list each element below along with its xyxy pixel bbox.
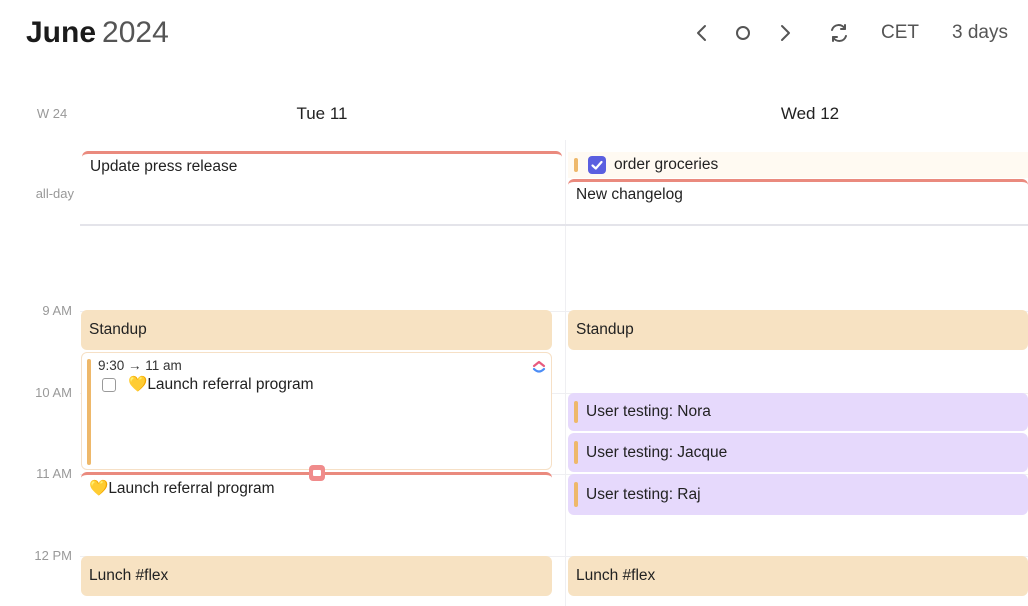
event-lunch[interactable]: Lunch #flex: [568, 556, 1028, 596]
refresh-icon: [831, 24, 847, 42]
clickup-icon: [532, 359, 546, 380]
time-label: 12 PM: [34, 548, 72, 563]
allday-event[interactable]: New changelog: [568, 179, 1028, 205]
day-header-tue[interactable]: Tue 11: [80, 104, 564, 124]
event-color-bar: [574, 401, 578, 423]
event-title: 💛Launch referral program: [128, 376, 314, 393]
page-title: June 2024: [26, 14, 169, 52]
event-color-bar: [574, 482, 578, 507]
allday-task[interactable]: order groceries: [568, 152, 1028, 178]
resize-handle[interactable]: [309, 465, 325, 481]
day-header-wed[interactable]: Wed 12: [568, 104, 1028, 124]
month-label: June: [26, 16, 97, 49]
event-time: 9:30 → 11 am: [98, 358, 182, 373]
circle-icon: [736, 26, 750, 40]
event-user-testing[interactable]: User testing: Raj: [568, 474, 1028, 515]
next-button[interactable]: [773, 18, 797, 48]
allday-event[interactable]: Update press release: [82, 151, 562, 177]
week-number: W 24: [36, 106, 68, 121]
event-color-bar: [87, 359, 91, 465]
event-title: 💛Launch referral program: [89, 480, 275, 497]
chevron-left-icon: [697, 25, 706, 41]
time-label: 10 AM: [35, 385, 72, 400]
prev-button[interactable]: [690, 18, 714, 48]
year-label: 2024: [102, 16, 169, 49]
heart-emoji-icon: 💛: [128, 376, 148, 393]
view-selector[interactable]: 3 days: [944, 18, 1016, 48]
event-user-testing[interactable]: User testing: Jacque: [568, 433, 1028, 472]
time-label: 11 AM: [36, 466, 72, 481]
checkbox-checked[interactable]: [588, 156, 606, 174]
event-title: Update press release: [90, 158, 238, 175]
task-color-bar: [574, 158, 578, 172]
event-title: New changelog: [576, 186, 683, 203]
chevron-right-icon: [781, 25, 790, 41]
task-checkbox[interactable]: [102, 378, 116, 392]
time-label: 9 AM: [42, 303, 72, 318]
timezone-button[interactable]: CET: [878, 18, 922, 48]
event-standup[interactable]: Standup: [568, 310, 1028, 350]
event-lunch[interactable]: Lunch #flex: [81, 556, 552, 596]
allday-label: all-day: [35, 186, 74, 201]
event-color-bar: [574, 441, 578, 464]
day-divider: [565, 140, 566, 606]
refresh-button[interactable]: [826, 18, 852, 48]
today-button[interactable]: [731, 18, 755, 48]
task-title: order groceries: [614, 156, 719, 173]
event-user-testing[interactable]: User testing: Nora: [568, 393, 1028, 431]
event-referral-block[interactable]: 9:30 → 11 am 💛Launch referral program: [81, 352, 552, 470]
handle-icon: [313, 470, 321, 476]
event-standup[interactable]: Standup: [81, 310, 552, 350]
event-title: User testing: Nora: [586, 403, 711, 420]
check-icon: [591, 160, 603, 170]
event-title: User testing: Raj: [586, 486, 701, 503]
allday-divider: [80, 224, 1028, 226]
event-title: User testing: Jacque: [586, 444, 728, 461]
heart-emoji-icon: 💛: [89, 480, 109, 497]
